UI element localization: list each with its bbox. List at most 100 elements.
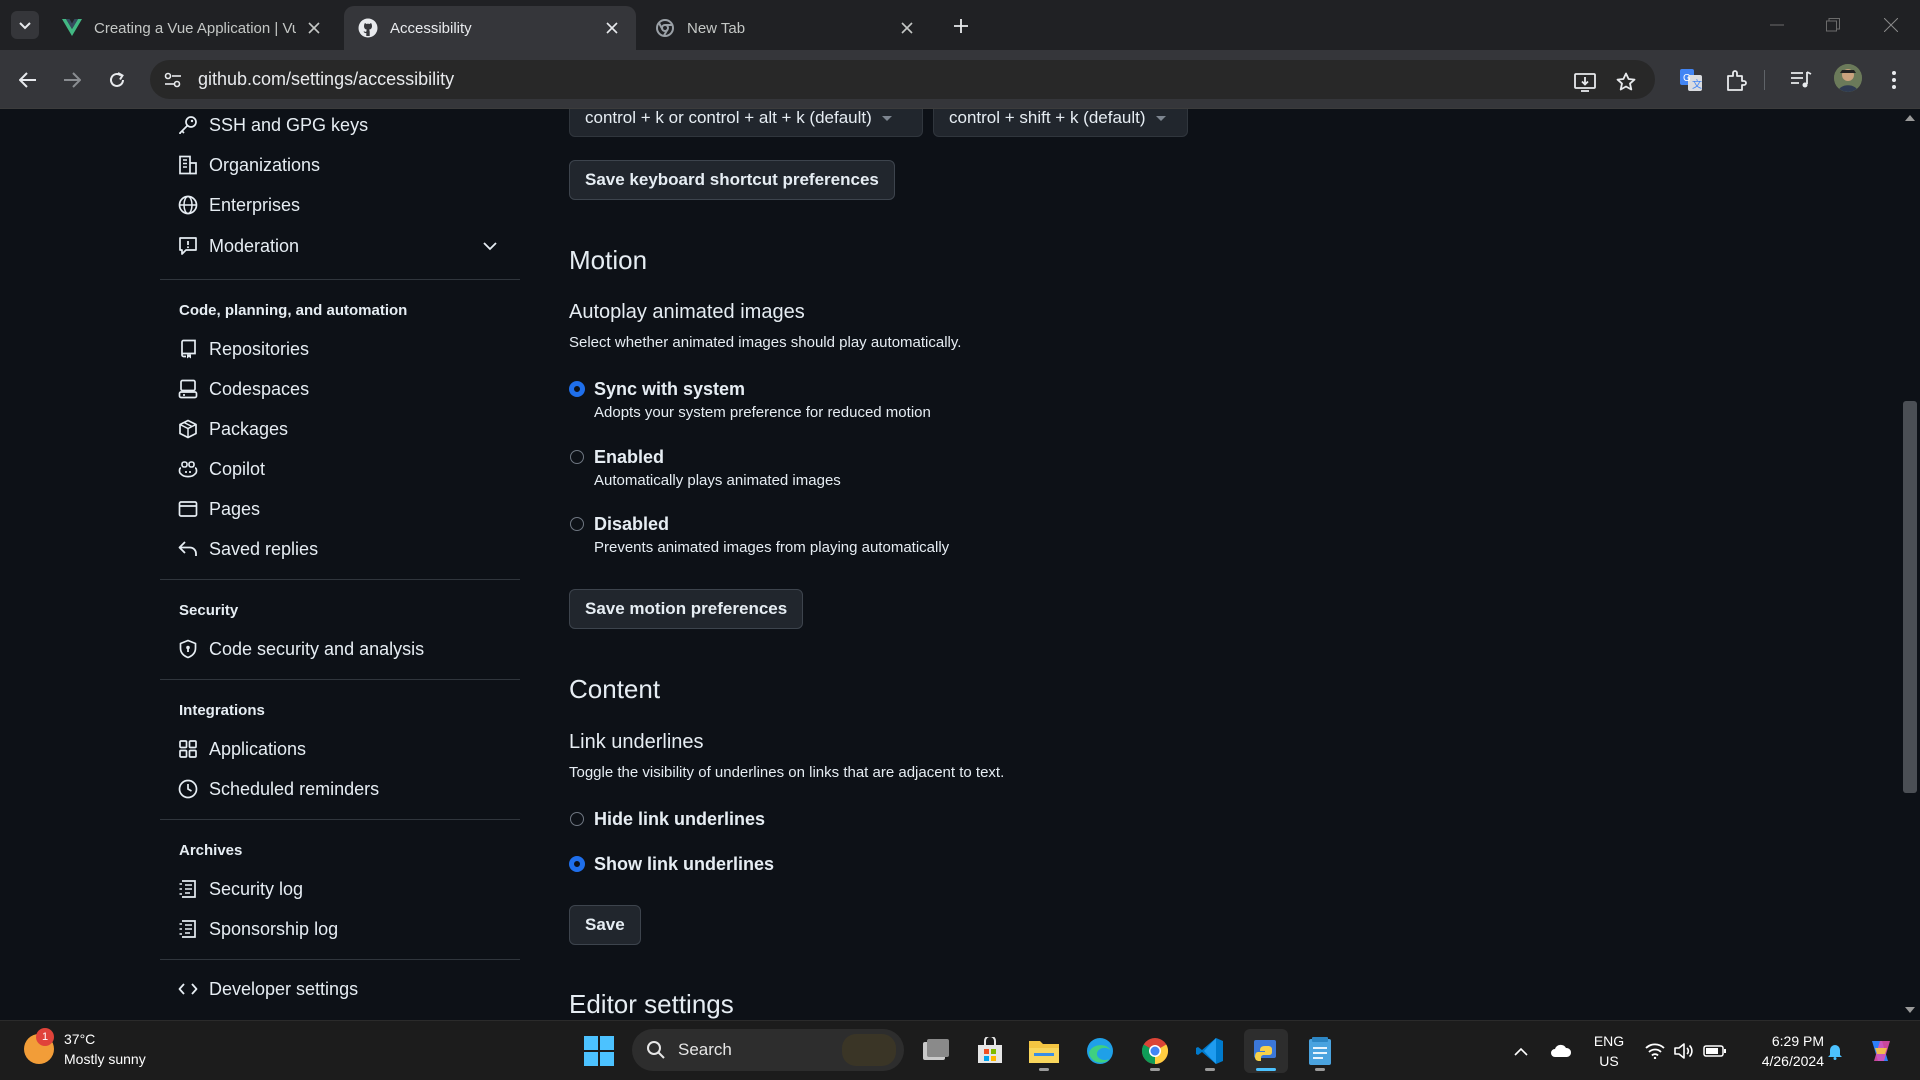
vscode-icon[interactable]	[1188, 1029, 1232, 1073]
shield-lock-icon	[178, 639, 198, 659]
scroll-down-arrow-icon[interactable]	[1905, 1007, 1915, 1013]
caret-down-icon	[881, 115, 892, 121]
sidebar-item-organizations[interactable]: Organizations	[160, 147, 520, 183]
radio-button[interactable]	[570, 812, 584, 826]
language-indicator[interactable]: ENG US	[1592, 1031, 1626, 1071]
taskbar-search[interactable]: Search	[632, 1029, 904, 1071]
extensions-icon[interactable]	[1721, 65, 1751, 95]
github-logo-icon	[358, 18, 378, 38]
tab-search-button[interactable]	[11, 11, 39, 39]
scroll-thumb[interactable]	[1903, 401, 1917, 793]
wifi-icon[interactable]	[1643, 1039, 1667, 1063]
windows-start-button[interactable]	[584, 1036, 614, 1066]
radio-note: Automatically plays animated images	[594, 472, 841, 489]
sidebar-item-label: Scheduled reminders	[209, 778, 380, 799]
sidebar-item-label: Codespaces	[209, 378, 310, 399]
radio-label: Sync with system	[594, 379, 746, 399]
sidebar-item-scheduled-reminders[interactable]: Scheduled reminders	[160, 771, 520, 807]
sidebar-item-pages[interactable]: Pages	[160, 491, 520, 527]
sidebar-item-security-log[interactable]: Security log	[160, 871, 520, 907]
python-app-icon[interactable]	[1244, 1029, 1288, 1073]
google-translate-icon[interactable]: G文	[1676, 65, 1706, 95]
command-palette-shortcut-select[interactable]: control + k or control + alt + k (defaul…	[569, 109, 923, 137]
sidebar-item-developer-settings[interactable]: Developer settings	[160, 971, 520, 1007]
bookmark-star-icon[interactable]	[1611, 67, 1641, 97]
sidebar-item-label: Sponsorship log	[209, 918, 339, 939]
clock[interactable]: 6:29 PM 4/26/2024	[1740, 1031, 1824, 1071]
forward-button[interactable]	[57, 65, 87, 95]
sidebar-item-code-security[interactable]: Code security and analysis	[160, 631, 520, 667]
edge-icon[interactable]	[1078, 1029, 1122, 1073]
minimize-button[interactable]	[1762, 10, 1792, 40]
store-icon[interactable]	[968, 1029, 1012, 1073]
command-mode-shortcut-select[interactable]: control + shift + k (default)	[933, 109, 1188, 137]
tab-title: Accessibility	[390, 19, 472, 37]
page-scrollbar[interactable]	[1900, 109, 1920, 1020]
section-heading: Code, planning, and automation	[179, 302, 408, 319]
sidebar-item-codespaces[interactable]: Codespaces	[160, 371, 520, 407]
weather-widget[interactable]: 1 37°C Mostly sunny	[24, 1028, 146, 1069]
save-motion-button[interactable]: Save motion preferences	[569, 589, 804, 629]
notification-bell-icon[interactable]	[1823, 1039, 1847, 1063]
svg-text:文: 文	[1692, 78, 1702, 91]
save-content-button[interactable]: Save	[569, 905, 641, 945]
organization-icon	[178, 155, 198, 175]
link-underlines-description: Toggle the visibility of underlines on l…	[569, 764, 1005, 781]
chrome-icon[interactable]	[1133, 1029, 1177, 1073]
tab-new-tab[interactable]: New Tab	[641, 6, 931, 50]
sidebar-item-applications[interactable]: Applications	[160, 731, 520, 767]
search-icon	[647, 1041, 665, 1059]
sidebar-item-repositories[interactable]: Repositories	[160, 331, 520, 367]
sidebar-item-saved-replies[interactable]: Saved replies	[160, 531, 520, 567]
media-controls-icon[interactable]	[1786, 65, 1816, 95]
close-icon[interactable]	[304, 18, 324, 38]
chevron-up-icon[interactable]	[1509, 1039, 1533, 1063]
sidebar-item-packages[interactable]: Packages	[160, 411, 520, 447]
site-info-icon[interactable]	[158, 65, 188, 95]
radio-button[interactable]	[570, 450, 584, 464]
scroll-up-arrow-icon[interactable]	[1905, 115, 1915, 121]
onedrive-cloud-icon[interactable]	[1549, 1039, 1573, 1063]
section-heading: Integrations	[179, 702, 265, 719]
close-window-button[interactable]	[1876, 10, 1906, 40]
chevron-down-icon[interactable]	[480, 236, 500, 256]
reload-button[interactable]	[102, 65, 132, 95]
copilot-taskbar-icon[interactable]	[1865, 1035, 1897, 1067]
content-heading: Content	[569, 674, 661, 704]
select-value: control + shift + k (default)	[949, 109, 1146, 127]
sidebar-item-label: Organizations	[209, 154, 321, 175]
restore-button[interactable]	[1818, 10, 1848, 40]
sidebar-item-copilot[interactable]: Copilot	[160, 451, 520, 487]
sidebar-item-enterprises[interactable]: Enterprises	[160, 187, 520, 223]
profile-avatar[interactable]	[1834, 64, 1862, 92]
radio-label: Hide link underlines	[594, 809, 766, 829]
battery-icon[interactable]	[1703, 1039, 1727, 1063]
address-bar[interactable]: github.com/settings/accessibility	[150, 60, 1655, 99]
radio-button[interactable]	[570, 857, 584, 871]
sidebar-item-sponsorship-log[interactable]: Sponsorship log	[160, 911, 520, 947]
autoplay-description: Select whether animated images should pl…	[569, 334, 962, 351]
install-app-icon[interactable]	[1570, 67, 1600, 97]
back-button[interactable]	[13, 65, 43, 95]
sidebar-item-label: Pages	[209, 498, 261, 519]
codespaces-icon	[178, 379, 198, 399]
globe-icon	[178, 195, 198, 215]
sidebar-item-ssh-gpg-keys[interactable]: SSH and GPG keys	[160, 109, 520, 143]
chrome-menu-icon[interactable]	[1879, 65, 1909, 95]
radio-button[interactable]	[570, 382, 584, 396]
chrome-logo-icon	[655, 18, 675, 38]
notepad-icon[interactable]	[1298, 1029, 1342, 1073]
new-tab-button[interactable]	[948, 13, 974, 39]
key-icon	[178, 115, 198, 135]
file-explorer-icon[interactable]	[1022, 1029, 1066, 1073]
save-keyboard-shortcuts-button[interactable]: Save keyboard shortcut preferences	[569, 160, 895, 200]
tab-accessibility[interactable]: Accessibility	[344, 6, 636, 50]
close-icon[interactable]	[602, 18, 622, 38]
tab-vue[interactable]: Creating a Vue Application | Vue.js	[48, 6, 338, 50]
volume-icon[interactable]	[1672, 1039, 1696, 1063]
apps-icon	[178, 739, 198, 759]
close-icon[interactable]	[897, 18, 917, 38]
task-view-icon[interactable]	[914, 1029, 958, 1073]
radio-button[interactable]	[570, 517, 584, 531]
sidebar-item-moderation[interactable]: Moderation	[160, 228, 520, 264]
